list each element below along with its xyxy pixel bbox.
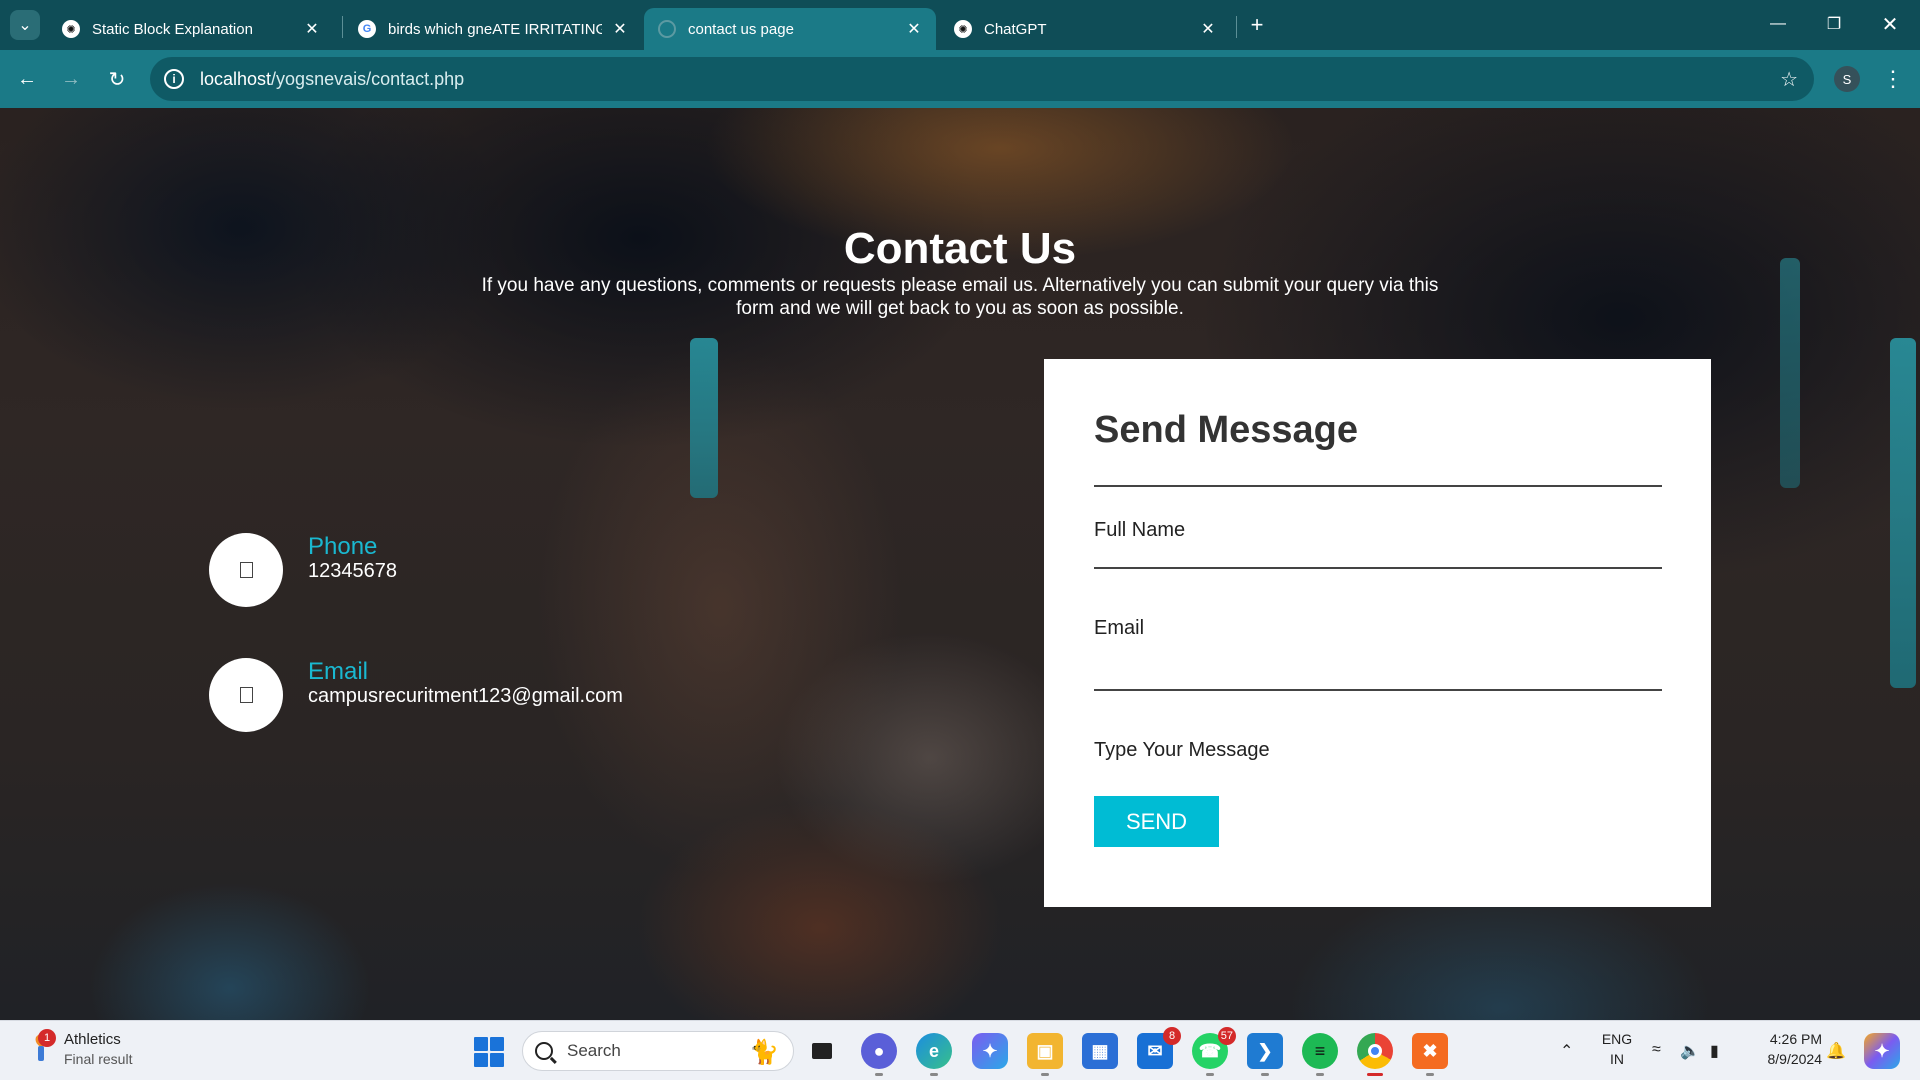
page-title: Contact Us bbox=[843, 224, 1077, 273]
close-icon[interactable]: ✕ bbox=[610, 19, 630, 39]
tab-contact-us[interactable]: contact us page ✕ bbox=[644, 8, 936, 50]
chevron-down-icon: ⌄ bbox=[18, 17, 32, 34]
tab-birds[interactable]: G birds which gneATE IRRITATING ✕ bbox=[344, 8, 642, 50]
chevron-up-icon[interactable]: ⌃ bbox=[1560, 1041, 1573, 1061]
google-icon: G bbox=[358, 20, 376, 38]
site-info-icon[interactable]: i bbox=[164, 69, 184, 89]
whatsapp-badge: 57 bbox=[1217, 1027, 1236, 1045]
reload-button[interactable]: ↻ bbox=[102, 64, 132, 94]
file-explorer-icon[interactable]: ▣ bbox=[1027, 1033, 1063, 1076]
send-message-form: Send Message Full Name Email Type Your M… bbox=[1044, 359, 1711, 907]
copilot-pre-icon[interactable]: ✦ bbox=[1864, 1033, 1900, 1069]
widget-title: Athletics bbox=[64, 1031, 121, 1048]
globe-icon bbox=[658, 20, 676, 38]
email-input[interactable] bbox=[1094, 535, 1662, 569]
background-tassel bbox=[690, 338, 718, 498]
page-background: Contact Us If you have any questions, co… bbox=[0, 108, 1920, 1020]
email-icon-circle bbox=[209, 658, 283, 732]
browser-menu-icon[interactable]: ⋮ bbox=[1882, 64, 1904, 94]
tab-title: birds which gneATE IRRITATING bbox=[388, 20, 602, 38]
url-path: /yogsnevais/contact.php bbox=[271, 68, 465, 89]
tab-title: contact us page bbox=[688, 20, 794, 38]
email-value[interactable]: campusrecuritment123@gmail.com bbox=[308, 685, 623, 708]
email-label: Email bbox=[308, 658, 369, 685]
close-icon[interactable]: ✕ bbox=[302, 19, 322, 39]
background-tassel bbox=[1780, 258, 1800, 488]
browser-tabbar: ⌄ ✺ Static Block Explanation ✕ G birds w… bbox=[0, 0, 1920, 50]
minimize-button[interactable]: — bbox=[1756, 8, 1800, 40]
task-view-icon[interactable] bbox=[804, 1033, 840, 1069]
send-button[interactable]: SEND bbox=[1094, 796, 1219, 847]
teams-chat-icon[interactable]: ● bbox=[861, 1033, 897, 1076]
tab-search-button[interactable]: ⌄ bbox=[10, 10, 40, 40]
page-intro: If you have any questions, comments or r… bbox=[481, 275, 1439, 319]
envelope-icon bbox=[239, 687, 253, 703]
close-icon[interactable]: ✕ bbox=[1198, 19, 1218, 39]
tab-separator bbox=[1236, 16, 1237, 38]
widget-subtitle: Final result bbox=[64, 1051, 133, 1067]
taskbar: 1 Athletics Final result Search 🐈 ● e ✦ … bbox=[0, 1020, 1920, 1080]
chrome-icon[interactable] bbox=[1357, 1033, 1393, 1076]
clock-date[interactable]: 8/9/2024 bbox=[1746, 1051, 1823, 1067]
message-label: Type Your Message bbox=[1094, 739, 1270, 761]
language-region[interactable]: IN bbox=[1598, 1051, 1636, 1067]
tab-separator bbox=[342, 16, 343, 38]
chatgpt-icon: ✺ bbox=[62, 20, 80, 38]
widget-badge: 1 bbox=[38, 1029, 56, 1047]
phone-icon bbox=[239, 562, 253, 578]
whatsapp-icon[interactable]: ☎ 57 bbox=[1192, 1027, 1236, 1076]
new-tab-button[interactable]: + bbox=[1244, 12, 1270, 38]
close-icon[interactable]: ✕ bbox=[904, 19, 924, 39]
email-field-label: Email bbox=[1094, 617, 1145, 639]
restore-button[interactable]: ❐ bbox=[1812, 8, 1856, 40]
xampp-icon[interactable]: ✖ bbox=[1412, 1033, 1448, 1076]
url-host: localhost bbox=[200, 68, 272, 89]
forward-button[interactable]: → bbox=[56, 64, 86, 94]
phone-label: Phone bbox=[308, 533, 378, 560]
url-text[interactable]: localhost/yogsnevais/contact.php bbox=[200, 69, 464, 90]
tab-title: Static Block Explanation bbox=[92, 20, 253, 38]
taskbar-search-box[interactable]: Search 🐈 bbox=[522, 1031, 794, 1071]
vscode-icon[interactable]: ❯ bbox=[1247, 1033, 1283, 1076]
volume-icon[interactable]: 🔈 bbox=[1680, 1041, 1700, 1061]
bookmark-star-icon[interactable]: ☆ bbox=[1780, 67, 1798, 92]
search-icon bbox=[535, 1042, 553, 1060]
tab-static-block[interactable]: ✺ Static Block Explanation ✕ bbox=[48, 8, 334, 50]
message-textarea[interactable] bbox=[1094, 639, 1662, 691]
wifi-icon[interactable]: ≈ bbox=[1652, 1041, 1661, 1059]
store-icon[interactable]: ▦ bbox=[1082, 1033, 1118, 1069]
spotify-icon[interactable]: ≡ bbox=[1302, 1033, 1338, 1076]
arrow-left-icon: ← bbox=[17, 67, 37, 90]
search-placeholder: Search bbox=[567, 1041, 621, 1060]
notification-bell-icon[interactable]: 🔔 bbox=[1826, 1041, 1846, 1061]
back-button[interactable]: ← bbox=[12, 64, 42, 94]
tab-chatgpt[interactable]: ✺ ChatGPT ✕ bbox=[940, 8, 1230, 50]
clock-time[interactable]: 4:26 PM bbox=[1746, 1031, 1822, 1047]
arrow-right-icon: → bbox=[61, 67, 81, 90]
profile-avatar[interactable]: S bbox=[1834, 66, 1860, 92]
full-name-input[interactable] bbox=[1094, 451, 1662, 487]
edge-icon[interactable]: e bbox=[916, 1033, 952, 1076]
close-window-button[interactable]: ✕ bbox=[1868, 8, 1912, 40]
windows-start-icon[interactable] bbox=[474, 1037, 504, 1067]
cat-icon: 🐈 bbox=[749, 1039, 779, 1066]
browser-toolbar: ← → ↻ i localhost/yogsnevais/contact.php… bbox=[0, 50, 1920, 108]
language-code[interactable]: ENG bbox=[1598, 1031, 1636, 1047]
reload-icon: ↻ bbox=[108, 68, 126, 91]
mail-icon[interactable]: ✉ 8 bbox=[1137, 1027, 1181, 1069]
phone-icon-circle bbox=[209, 533, 283, 607]
background-tassel bbox=[1890, 338, 1916, 688]
address-bar[interactable]: i localhost/yogsnevais/contact.php ☆ bbox=[150, 57, 1814, 101]
battery-icon[interactable]: ▮ bbox=[1710, 1041, 1719, 1061]
copilot-icon[interactable]: ✦ bbox=[972, 1033, 1008, 1069]
chatgpt-icon: ✺ bbox=[954, 20, 972, 38]
mail-badge: 8 bbox=[1163, 1027, 1181, 1045]
form-title: Send Message bbox=[1094, 409, 1358, 451]
phone-value: 12345678 bbox=[308, 560, 397, 582]
tab-title: ChatGPT bbox=[984, 20, 1047, 38]
